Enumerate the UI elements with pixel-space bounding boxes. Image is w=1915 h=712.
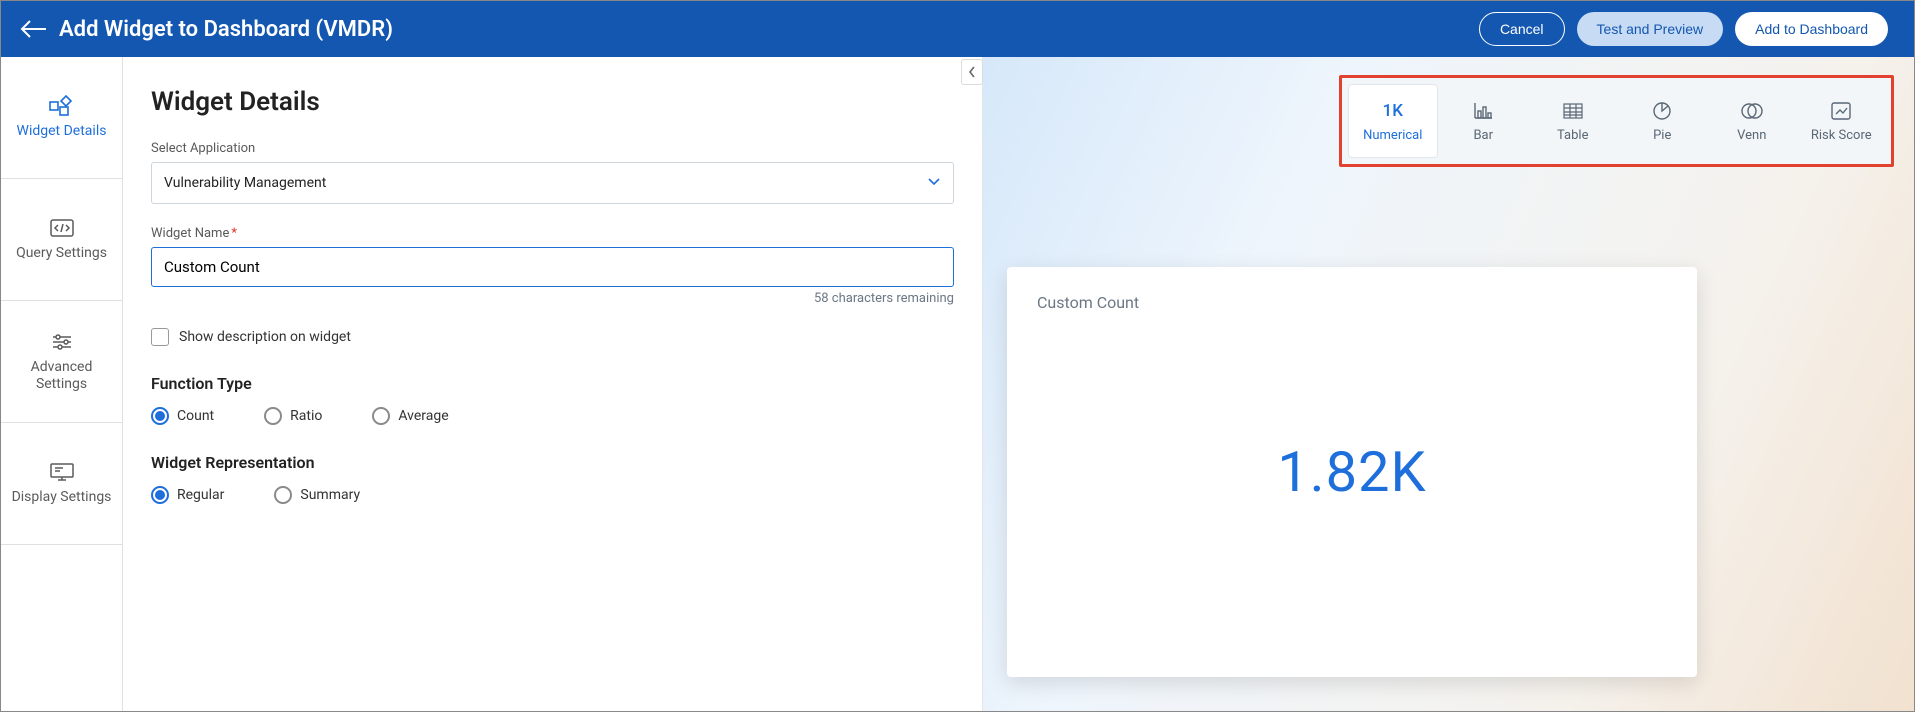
widget-name-label: Widget Name*: [151, 226, 954, 241]
type-bar[interactable]: Bar: [1440, 84, 1528, 158]
radio-label: Count: [177, 408, 214, 424]
sidebar-item-display-settings[interactable]: Display Settings: [1, 423, 122, 545]
sidebar-item-query-settings[interactable]: Query Settings: [1, 179, 122, 301]
widget-tiles-icon: [48, 95, 76, 117]
widget-type-selector: 1K Numerical Bar Table: [1339, 75, 1894, 167]
form-panel: Widget Details Select Application Vulner…: [123, 57, 983, 711]
type-table[interactable]: Table: [1529, 84, 1617, 158]
select-application-dropdown[interactable]: Vulnerability Management: [151, 162, 954, 204]
show-description-checkbox-row: Show description on widget: [151, 328, 954, 346]
sliders-icon: [48, 331, 76, 353]
preview-card: Custom Count 1.82K: [1007, 267, 1697, 677]
widget-name-helper: 58 characters remaining: [151, 291, 954, 306]
chevron-down-icon: [927, 175, 941, 191]
radio-label: Ratio: [290, 408, 322, 424]
radio-label: Average: [398, 408, 448, 424]
sidebar-item-widget-details[interactable]: Widget Details: [1, 57, 122, 179]
risk-score-icon: [1831, 100, 1851, 122]
type-label: Venn: [1737, 128, 1766, 143]
radio-ratio[interactable]: Ratio: [264, 407, 322, 425]
page-title: Add Widget to Dashboard (VMDR): [59, 17, 1479, 42]
back-arrow-icon[interactable]: [17, 13, 49, 45]
add-to-dashboard-button[interactable]: Add to Dashboard: [1735, 12, 1888, 46]
type-pie[interactable]: Pie: [1619, 84, 1707, 158]
preview-panel: 1K Numerical Bar Table: [983, 57, 1914, 711]
form-heading: Widget Details: [151, 87, 954, 117]
sidebar-item-label: Advanced Settings: [9, 359, 114, 393]
show-description-label: Show description on widget: [179, 329, 351, 345]
radio-summary[interactable]: Summary: [274, 486, 360, 504]
sidebar-item-advanced-settings[interactable]: Advanced Settings: [1, 301, 122, 423]
radio-average[interactable]: Average: [372, 407, 448, 425]
preview-title: Custom Count: [1037, 293, 1667, 312]
radio-label: Summary: [300, 487, 360, 503]
table-icon: [1563, 100, 1583, 122]
page-header: Add Widget to Dashboard (VMDR) Cancel Te…: [1, 1, 1914, 57]
bar-chart-icon: [1473, 100, 1493, 122]
preview-value: 1.82K: [1277, 439, 1426, 505]
pie-chart-icon: [1652, 100, 1672, 122]
type-label: Risk Score: [1811, 128, 1872, 143]
radio-count[interactable]: Count: [151, 407, 214, 425]
sidebar-item-label: Display Settings: [12, 489, 112, 506]
numerical-icon: 1K: [1383, 100, 1403, 122]
type-numerical[interactable]: 1K Numerical: [1348, 84, 1438, 158]
show-description-checkbox[interactable]: [151, 328, 169, 346]
type-risk-score[interactable]: Risk Score: [1798, 84, 1886, 158]
display-icon: [48, 461, 76, 483]
sidebar-item-label: Widget Details: [17, 123, 107, 140]
cancel-button[interactable]: Cancel: [1479, 12, 1565, 46]
code-icon: [48, 217, 76, 239]
sidebar: Widget Details Query Settings Advanced S…: [1, 57, 123, 711]
type-label: Table: [1557, 128, 1588, 143]
type-label: Bar: [1473, 128, 1493, 143]
type-label: Pie: [1653, 128, 1671, 143]
collapse-panel-icon[interactable]: [961, 59, 983, 85]
type-label: Numerical: [1363, 128, 1422, 143]
test-preview-button[interactable]: Test and Preview: [1577, 12, 1724, 46]
sidebar-item-label: Query Settings: [16, 245, 107, 262]
select-application-value: Vulnerability Management: [164, 175, 326, 191]
radio-regular[interactable]: Regular: [151, 486, 224, 504]
radio-label: Regular: [177, 487, 224, 503]
function-type-heading: Function Type: [151, 374, 954, 393]
venn-icon: [1740, 100, 1764, 122]
select-application-label: Select Application: [151, 141, 954, 156]
widget-name-input[interactable]: [151, 247, 954, 287]
widget-representation-heading: Widget Representation: [151, 453, 954, 472]
type-venn[interactable]: Venn: [1708, 84, 1796, 158]
